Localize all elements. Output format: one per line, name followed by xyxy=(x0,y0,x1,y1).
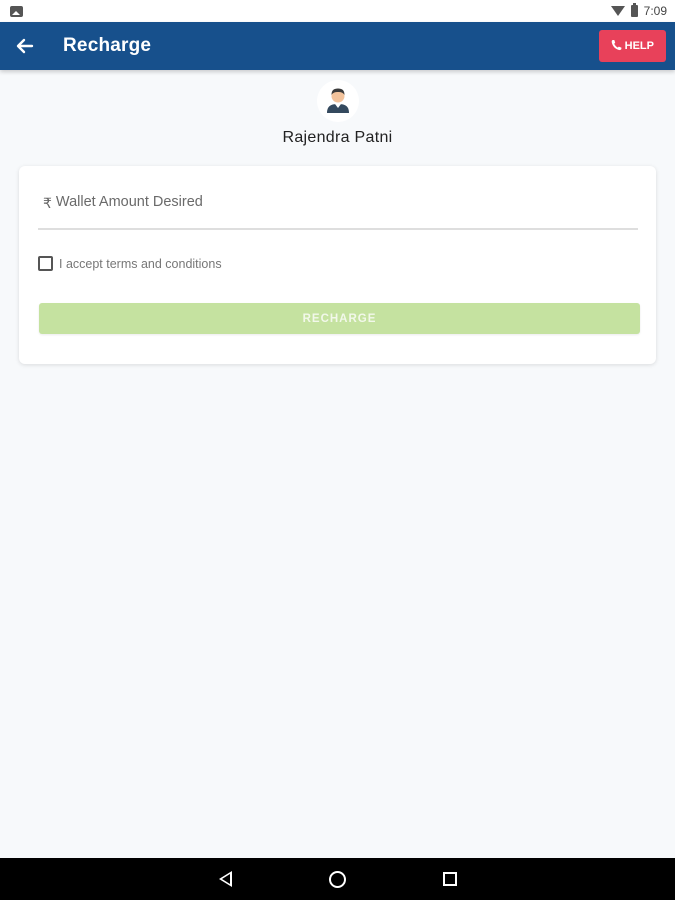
recharge-card: ₹ I accept terms and conditions RECHARGE xyxy=(19,166,656,364)
wallet-amount-input[interactable] xyxy=(55,194,576,210)
user-name: Rajendra Patni xyxy=(282,129,393,146)
help-button[interactable]: HELP xyxy=(598,30,666,62)
terms-label[interactable]: I accept terms and conditions xyxy=(59,257,222,271)
wifi-icon xyxy=(610,6,625,16)
gallery-icon xyxy=(10,5,23,17)
recharge-screen: 7:09 Recharge HELP Rajendra Patni ₹ Wall… xyxy=(0,0,675,900)
status-time: 7:09 xyxy=(643,4,667,18)
recharge-button[interactable]: RECHARGE xyxy=(39,303,640,334)
status-right: 7:09 xyxy=(610,3,667,18)
system-nav-bar xyxy=(0,858,675,900)
nav-home-icon[interactable] xyxy=(329,871,346,888)
help-label: HELP xyxy=(624,40,654,52)
page-title: Recharge xyxy=(63,35,152,56)
terms-row[interactable]: I accept terms and conditions xyxy=(38,256,222,271)
battery-icon xyxy=(630,3,638,17)
status-left xyxy=(10,5,23,17)
terms-checkbox[interactable] xyxy=(38,256,53,271)
arrow-left-icon xyxy=(16,38,34,54)
back-button[interactable] xyxy=(0,22,50,70)
rupee-icon: ₹ xyxy=(43,195,52,211)
nav-back-icon[interactable] xyxy=(219,871,232,887)
status-bar: 7:09 xyxy=(0,0,675,22)
wallet-amount-field[interactable]: ₹ xyxy=(38,190,638,230)
nav-recents-icon[interactable] xyxy=(443,872,457,886)
phone-icon xyxy=(611,39,622,54)
app-bar: Recharge HELP xyxy=(0,22,675,70)
user-avatar-icon xyxy=(317,80,359,122)
